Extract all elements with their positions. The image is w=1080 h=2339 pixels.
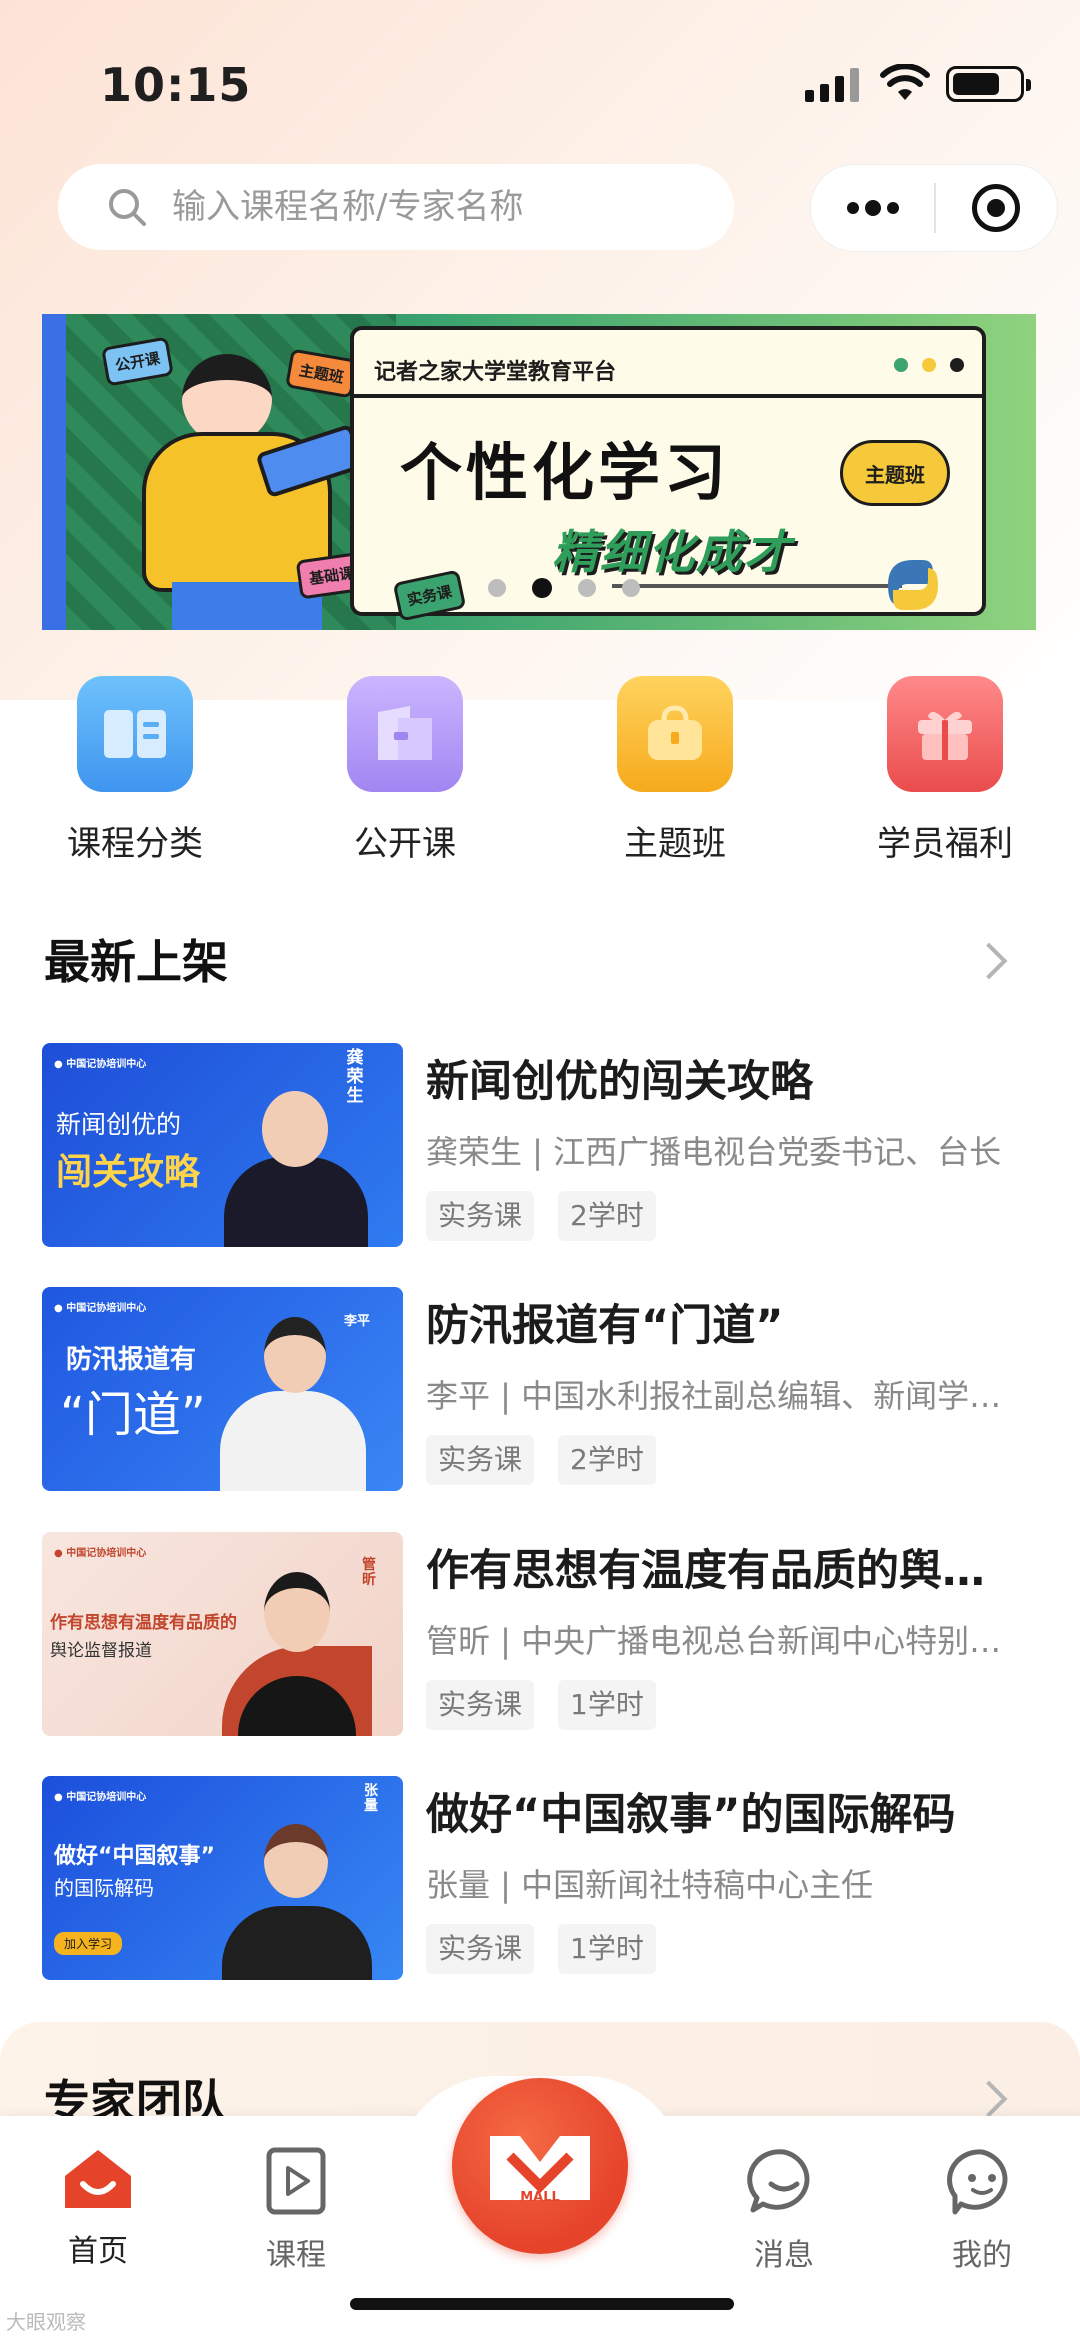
org-logo: ● 中国记协培训中心 — [54, 1548, 147, 1559]
banner-subline: 精细化成才 — [552, 525, 792, 579]
pager-dot-active[interactable] — [532, 578, 552, 598]
mall-label: MALL — [520, 2190, 560, 2205]
battery-icon — [946, 66, 1031, 102]
course-thumbnail: ● 中国记协培训中心 作有思想有温度有品质的 舆论监督报道 管昕 — [42, 1532, 403, 1736]
banner-platform: 记者之家大学堂教育平台 — [374, 360, 617, 385]
course-meta: 张量 | 中国新闻社特稿中心主任 — [426, 1866, 874, 1904]
course-meta: 李平 | 中国水利报社副总编辑、新闻学… — [426, 1377, 1002, 1415]
tab-label: 课程 — [266, 2238, 326, 2273]
more-button[interactable] — [811, 165, 934, 251]
entry-open-course[interactable]: 公开课 — [270, 676, 540, 865]
tab-label: 我的 — [952, 2238, 1012, 2273]
entry-label: 主题班 — [624, 824, 726, 864]
course-title: 做好“中国叙事”的国际解码 — [426, 1790, 956, 1840]
course-hours-tag: 2学时 — [558, 1435, 656, 1485]
tab-messages[interactable]: 消息 — [714, 2146, 854, 2274]
course-thumbnail: ● 中国记协培训中心 防汛报道有 “门道” 李平 — [42, 1287, 403, 1491]
entry-theme-class[interactable]: 主题班 — [540, 676, 810, 865]
speaker-photo — [220, 1391, 366, 1491]
course-item[interactable]: ● 中国记协培训中心 作有思想有温度有品质的 舆论监督报道 管昕 作有思想有温度… — [42, 1532, 1052, 1736]
home-indicator — [350, 2298, 734, 2310]
banner-headline: 个性化学习 — [400, 436, 731, 509]
mall-button[interactable]: MALL — [452, 2078, 628, 2254]
join-study-button: 加入学习 — [54, 1932, 123, 1955]
course-item[interactable]: ● 中国记协培训中心 新闻创优的 闯关攻略 龚荣生 新闻创优的闯关攻略 龚荣生 … — [42, 1043, 1052, 1247]
course-type-tag: 实务课 — [426, 1191, 535, 1241]
course-title: 防汛报道有“门道” — [426, 1301, 784, 1351]
pager-dot[interactable] — [488, 579, 506, 597]
course-thumbnail: ● 中国记协培训中心 做好“中国叙事” 的国际解码 加入学习 张量 — [42, 1776, 403, 1980]
pager-dot[interactable] — [578, 579, 596, 597]
bag-icon — [617, 676, 733, 792]
signal-icon — [805, 68, 859, 102]
tab-courses[interactable]: 课程 — [226, 2146, 366, 2274]
search-bar[interactable] — [58, 164, 734, 250]
status-time: 10:15 — [100, 58, 252, 112]
course-type-tag: 实务课 — [426, 1680, 535, 1730]
promo-banner[interactable]: 公开课 主题班 基础课 记者之家大学堂教育平台 个性化学习 精细化成才 主题班 … — [42, 314, 1036, 630]
chevron-right-icon[interactable] — [970, 942, 1008, 980]
illustration-person — [182, 354, 272, 444]
course-thumbnail: ● 中国记协培训中心 新闻创优的 闯关攻略 龚荣生 — [42, 1043, 403, 1247]
banner-pager — [488, 578, 640, 598]
entry-label: 课程分类 — [67, 824, 203, 864]
banner-bubble: 主题班 — [840, 440, 950, 506]
home-icon — [65, 2150, 131, 2208]
entry-student-benefits[interactable]: 学员福利 — [810, 676, 1080, 865]
course-type-tag: 实务课 — [426, 1435, 535, 1485]
search-input[interactable] — [172, 187, 692, 227]
profile-icon — [947, 2149, 1008, 2215]
course-hours-tag: 1学时 — [558, 1680, 656, 1730]
book-icon — [77, 676, 193, 792]
watermark: 大眼观察 — [6, 2310, 86, 2334]
speaker-photo — [222, 1906, 372, 1980]
speaker-photo — [224, 1157, 368, 1247]
status-bar: 10:15 — [0, 0, 1080, 160]
entry-course-category[interactable]: 课程分类 — [0, 676, 270, 865]
org-logo: ● 中国记协培训中心 — [54, 1059, 147, 1070]
course-type-tag: 实务课 — [426, 1924, 535, 1974]
play-icon — [266, 2147, 326, 2215]
entry-label: 公开课 — [354, 824, 456, 864]
org-logo: ● 中国记协培训中心 — [54, 1792, 147, 1803]
course-item[interactable]: ● 中国记协培训中心 做好“中国叙事” 的国际解码 加入学习 张量 做好“中国叙… — [42, 1776, 1052, 1980]
python-logo-icon — [888, 560, 938, 610]
message-icon — [747, 2149, 810, 2213]
course-title: 作有思想有温度有品质的舆… — [426, 1546, 985, 1596]
org-logo: ● 中国记协培训中心 — [54, 1303, 147, 1314]
miniprogram-capsule — [810, 164, 1058, 252]
target-icon — [972, 184, 1021, 232]
pager-dot[interactable] — [622, 579, 640, 597]
course-meta: 龚荣生 | 江西广播电视台党委书记、台长 — [426, 1133, 1002, 1171]
wifi-icon — [880, 64, 930, 100]
tab-profile[interactable]: 我的 — [912, 2146, 1052, 2274]
entry-label: 学员福利 — [877, 824, 1013, 864]
course-item[interactable]: ● 中国记协培训中心 防汛报道有 “门道” 李平 防汛报道有“门道” 李平 | … — [42, 1287, 1052, 1491]
tab-home[interactable]: 首页 — [28, 2146, 168, 2270]
folder-icon — [347, 676, 463, 792]
tab-label: 消息 — [754, 2238, 814, 2273]
course-hours-tag: 2学时 — [558, 1191, 656, 1241]
course-meta: 管昕 | 中央广播电视总台新闻中心特别… — [426, 1622, 1002, 1660]
close-miniprogram-button[interactable] — [936, 165, 1057, 251]
course-hours-tag: 1学时 — [558, 1924, 656, 1974]
quick-entry-row: 课程分类 公开课 主题班 学员福利 — [0, 676, 1080, 865]
latest-section-title: 最新上架 — [44, 935, 228, 989]
gift-icon — [887, 676, 1003, 792]
search-icon — [109, 189, 146, 226]
tab-label: 首页 — [68, 2234, 128, 2269]
course-title: 新闻创优的闯关攻略 — [426, 1057, 813, 1107]
